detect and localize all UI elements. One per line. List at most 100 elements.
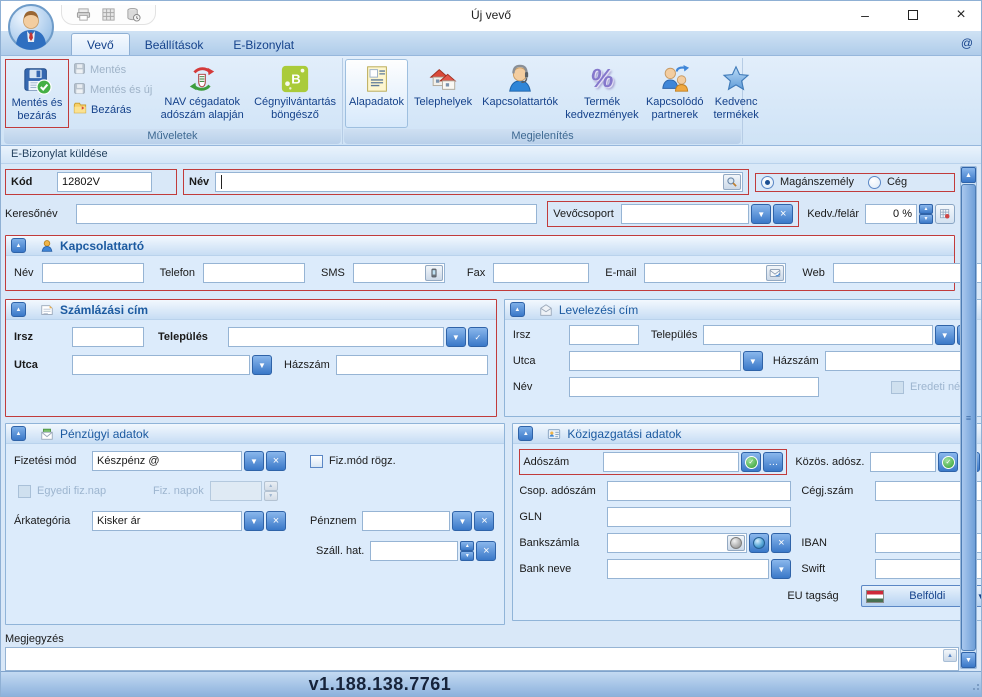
thumb-grip-icon: ≡ — [966, 413, 971, 423]
check-icon[interactable]: ✓ — [468, 327, 488, 347]
kt-nev-input[interactable] — [42, 263, 144, 283]
close-ribbon-button[interactable]: Bezárás — [73, 101, 152, 118]
clear-icon[interactable]: × — [266, 511, 286, 531]
vevocsoport-field — [621, 204, 749, 224]
close-button[interactable]: × — [951, 3, 971, 27]
lv-utca-input[interactable] — [570, 352, 740, 370]
kedv-felar-input[interactable] — [865, 204, 917, 224]
vevocsoport-label: Vevőcsoport — [553, 208, 615, 220]
kt-email-input[interactable] — [645, 264, 766, 282]
search-icon[interactable] — [723, 174, 741, 190]
collapse-icon[interactable]: ▲ — [518, 426, 533, 441]
chevron-down-icon[interactable]: ▼ — [446, 327, 466, 347]
tab-ebizonylat[interactable]: E-Bizonylat — [218, 34, 309, 55]
collapse-icon[interactable]: ▲ — [510, 302, 525, 317]
chevron-down-icon[interactable]: ▼ — [244, 511, 264, 531]
adoszam-input[interactable] — [604, 453, 738, 471]
lv-nev-input[interactable] — [569, 377, 819, 397]
sz-irsz-input[interactable] — [72, 327, 144, 347]
scroll-up-icon[interactable]: ▲ — [943, 649, 957, 662]
app-avatar-icon[interactable] — [8, 4, 54, 50]
scrollbar-up-icon[interactable]: ▲ — [961, 167, 976, 183]
scrollbar-thumb[interactable]: ≡ — [961, 184, 976, 651]
telephelyek-button[interactable]: Telephelyek — [410, 59, 476, 128]
chevron-down-icon[interactable]: ▼ — [935, 325, 955, 345]
kt-fax-input[interactable] — [493, 263, 589, 283]
ribbon-group-megjelenites: Alapadatok Telephelyek — [343, 58, 743, 144]
clear-icon[interactable]: × — [474, 511, 494, 531]
vevocsoport-input[interactable] — [622, 205, 748, 223]
resize-grip[interactable] — [973, 688, 975, 690]
collapse-icon[interactable]: ▲ — [11, 302, 26, 317]
clear-icon[interactable]: × — [266, 451, 286, 471]
chevron-down-icon[interactable]: ▼ — [743, 351, 763, 371]
lv-nev-label: Név — [513, 381, 563, 393]
phone-icon[interactable] — [425, 265, 443, 281]
tab-beallitasok[interactable]: Beállítások — [130, 34, 219, 55]
arkategoria-value[interactable]: Kisker ár — [93, 512, 241, 530]
fizmod-rogz-checkbox[interactable] — [310, 455, 323, 468]
percent-icon: % — [586, 63, 618, 95]
fizetesi-mod-value[interactable]: Készpénz @ — [93, 452, 241, 470]
globe-blue-icon[interactable] — [749, 533, 769, 553]
kt-telefon-input[interactable] — [203, 263, 305, 283]
save-close-button[interactable]: Mentés és bezárás — [6, 60, 68, 127]
kt-sms-input[interactable] — [354, 264, 425, 282]
sz-utca-input[interactable] — [73, 356, 249, 374]
ebizonylat-kuldese-header[interactable]: E-Bizonylat küldése — [1, 146, 981, 164]
chevron-down-icon[interactable]: ▼ — [252, 355, 272, 375]
megjegyzes-textarea[interactable]: ▲ — [5, 647, 959, 671]
minimize-button[interactable]: – — [855, 3, 875, 27]
termek-kedvezmenyek-button[interactable]: % Termékkedvezmények — [564, 59, 640, 128]
chevron-down-icon[interactable]: ▼ — [751, 204, 771, 224]
scrollbar-down-icon[interactable]: ▼ — [961, 652, 976, 668]
financial-icon — [40, 427, 54, 441]
contact-person-icon — [40, 239, 54, 253]
mail-icon[interactable] — [766, 265, 784, 281]
chevron-down-icon[interactable]: ▼ — [244, 451, 264, 471]
clear-icon[interactable]: × — [773, 204, 793, 224]
clear-icon[interactable]: × — [476, 541, 496, 561]
collapse-icon[interactable]: ▲ — [11, 426, 26, 441]
chevron-down-icon[interactable]: ▼ — [771, 559, 791, 579]
penznem-input[interactable] — [363, 512, 449, 530]
sz-irsz-label: Irsz — [14, 331, 66, 343]
ellipsis-icon[interactable]: … — [763, 452, 783, 472]
nav-company-data-button[interactable]: NAV cégadatokadószám alapján — [156, 59, 248, 128]
kod-input[interactable] — [57, 172, 152, 192]
discount-table-button[interactable] — [935, 204, 955, 224]
csop-adoszam-input[interactable] — [607, 481, 791, 501]
maganszemely-radio[interactable] — [761, 176, 774, 189]
ceg-radio[interactable] — [868, 176, 881, 189]
sz-telepules-input[interactable] — [229, 328, 443, 346]
gln-input[interactable] — [607, 507, 791, 527]
spin-down-icon: ▼ — [919, 214, 933, 224]
kozos-adosz-input[interactable] — [871, 453, 935, 471]
lv-telepules-input[interactable] — [704, 326, 931, 344]
validate-check-icon[interactable]: ✓ — [938, 452, 958, 472]
bankszamla-input[interactable] — [608, 534, 727, 552]
bank-neve-input[interactable] — [608, 560, 768, 578]
maximize-button[interactable] — [903, 3, 923, 27]
chevron-down-icon[interactable]: ▼ — [452, 511, 472, 531]
bank-neve-label: Bank neve — [519, 563, 601, 575]
company-registry-browser-button[interactable]: B Cégnyilvántartásböngésző — [250, 59, 340, 128]
tab-vevo[interactable]: Vevő — [71, 33, 130, 55]
kapcsolattartok-button[interactable]: Kapcsolattartók — [478, 59, 562, 128]
clear-icon[interactable]: × — [771, 533, 791, 553]
alapadatok-button[interactable]: Alapadatok — [345, 59, 408, 128]
sz-hazszam-input[interactable] — [336, 355, 488, 375]
validate-check-icon[interactable]: ✓ — [741, 452, 761, 472]
collapse-icon[interactable]: ▲ — [11, 238, 26, 253]
nev-input[interactable] — [216, 173, 723, 191]
lv-hazszam-input[interactable] — [825, 351, 977, 371]
szall-hat-spinner[interactable]: ▲▼ — [460, 541, 474, 561]
kedv-spinner[interactable]: ▲▼ — [919, 204, 933, 224]
keresonev-input[interactable] — [76, 204, 537, 224]
kapcsolodo-partnerek-button[interactable]: Kapcsolódópartnerek — [642, 59, 708, 128]
szall-hat-input[interactable] — [371, 542, 457, 560]
form-scrollbar[interactable]: ▲ ≡ ▼ — [960, 166, 977, 669]
sz-hazszam-label: Házszám — [284, 359, 330, 371]
lv-irsz-input[interactable] — [569, 325, 639, 345]
fiz-napok-field — [210, 481, 262, 501]
